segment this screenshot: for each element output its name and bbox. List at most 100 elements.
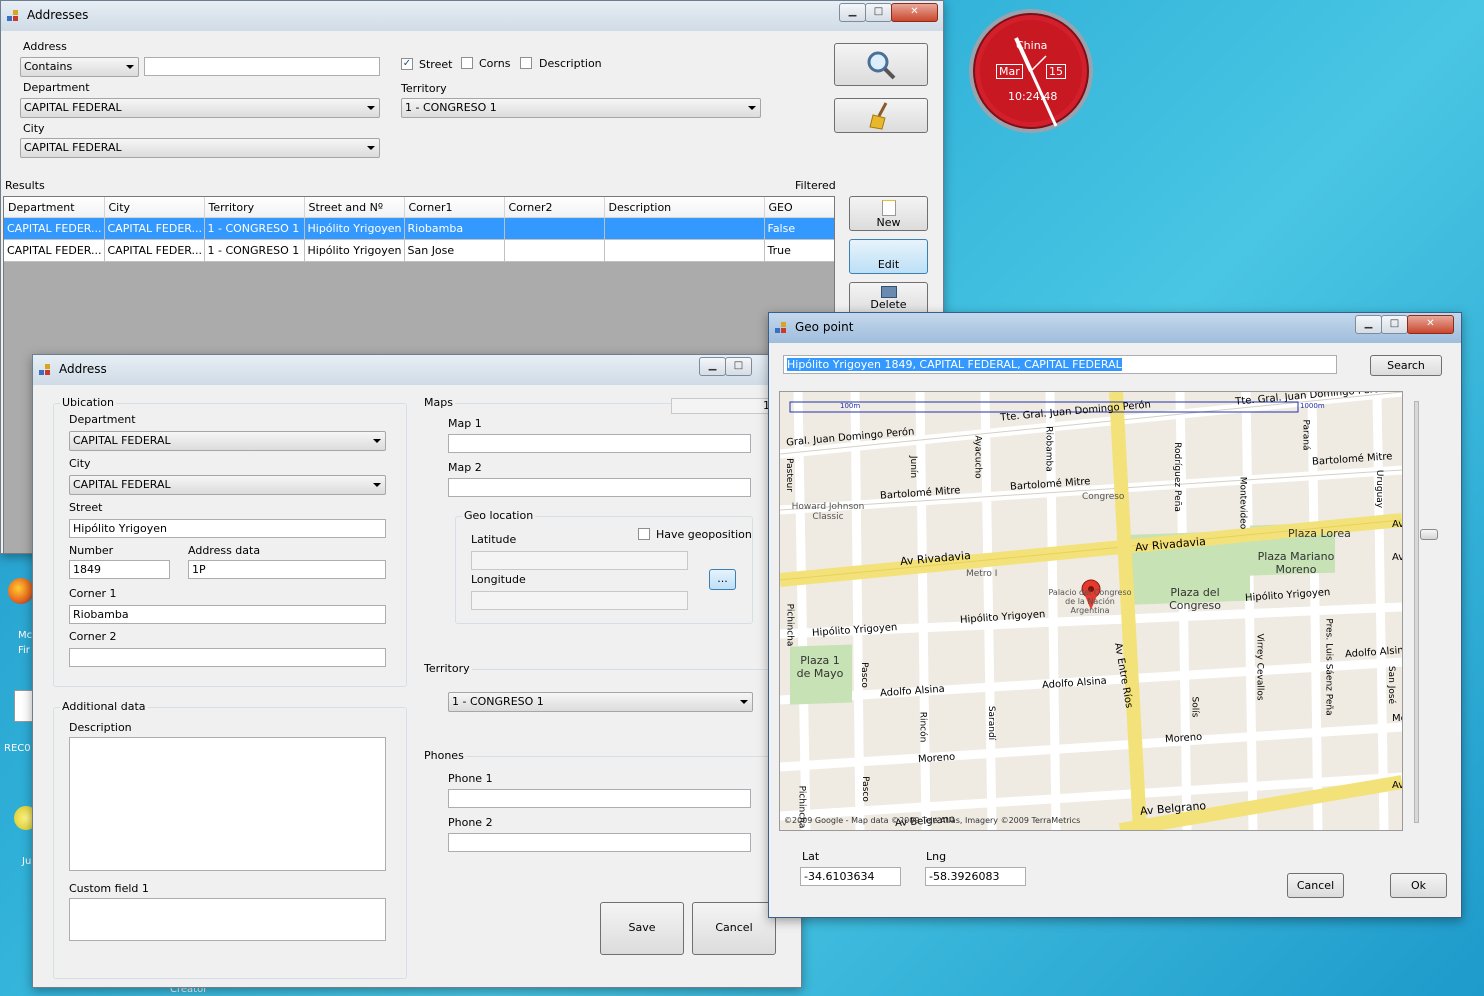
match-mode-select[interactable]: Contains — [20, 57, 139, 77]
city-select[interactable]: CAPITAL FEDERAL — [69, 475, 386, 495]
close-button[interactable]: ✕ — [1407, 315, 1454, 334]
chevron-down-icon — [367, 106, 375, 110]
table-cell — [504, 239, 605, 262]
edit-label: Edit — [877, 258, 900, 271]
lng-input[interactable]: -58.3926083 — [925, 867, 1026, 886]
department-label: Department — [69, 413, 136, 426]
city-label: City — [23, 122, 45, 135]
new-button[interactable]: New — [849, 196, 928, 231]
address-titlebar[interactable]: Address ▁ □ — [33, 355, 801, 385]
lng-label: Lng — [926, 850, 947, 863]
lat-input[interactable]: -34.6103634 — [800, 867, 901, 886]
description-checkbox[interactable] — [520, 57, 532, 69]
table-cell: 1 - CONGRESO 1 — [204, 217, 305, 240]
corner2-input[interactable] — [69, 648, 386, 667]
territory-select[interactable]: 1 - CONGRESO 1 — [401, 98, 761, 118]
results-label: Results — [5, 179, 45, 192]
zoom-slider-track[interactable] — [1414, 401, 1419, 823]
table-cell: CAPITAL FEDER... — [4, 239, 105, 262]
cancel-button[interactable]: Cancel — [692, 902, 776, 955]
have-geoposition-checkbox[interactable] — [638, 528, 650, 540]
geo-picker-button[interactable]: ... — [709, 569, 736, 590]
phones-label: Phones — [422, 749, 466, 762]
addresses-titlebar[interactable]: Addresses ▁ □ ✕ — [1, 1, 943, 31]
cancel-button[interactable]: Cancel — [1287, 873, 1344, 898]
street-label: Rincón — [917, 711, 928, 743]
app-icon — [39, 364, 51, 376]
longitude-label: Longitude — [471, 573, 526, 586]
department-value: CAPITAL FEDERAL — [24, 101, 122, 114]
table-row[interactable]: CAPITAL FEDER... CAPITAL FEDER... 1 - CO… — [4, 217, 834, 240]
column-header[interactable]: Corner2 — [504, 197, 605, 218]
corns-checkbox[interactable] — [461, 57, 473, 69]
column-header[interactable]: Street and Nº — [304, 197, 405, 218]
column-header[interactable]: City — [104, 197, 205, 218]
ubication-label: Ubication — [60, 396, 116, 409]
clear-button[interactable] — [834, 98, 928, 133]
territory-value: 1 - CONGRESO 1 — [405, 101, 497, 114]
minimize-button[interactable]: ▁ — [699, 357, 726, 376]
search-button[interactable] — [834, 43, 928, 86]
number-label: Number — [69, 544, 114, 557]
desktop-icon-label: Mc — [18, 630, 33, 641]
department-select[interactable]: CAPITAL FEDERAL — [69, 431, 386, 451]
street-label: Riobamba — [1043, 426, 1054, 472]
territory-value: 1 - CONGRESO 1 — [452, 695, 544, 708]
clock-day: 15 — [1046, 64, 1066, 79]
description-textarea[interactable] — [69, 737, 386, 871]
table-cell: Riobamba — [404, 217, 505, 240]
maximize-button[interactable]: □ — [725, 357, 752, 376]
table-row[interactable]: CAPITAL FEDER... CAPITAL FEDER... 1 - CO… — [4, 239, 834, 262]
corner1-input[interactable]: Riobamba — [69, 605, 386, 624]
search-input[interactable] — [144, 57, 380, 76]
place-label: Howard Johnson Classic — [791, 502, 865, 522]
geo-search-button[interactable]: Search — [1370, 355, 1442, 376]
table-cell: CAPITAL FEDER... — [104, 239, 205, 262]
delete-label: Delete — [870, 298, 907, 311]
column-header[interactable]: Territory — [204, 197, 305, 218]
street-label: Mo — [1392, 713, 1402, 724]
ok-button[interactable]: Ok — [1390, 873, 1447, 898]
territory-select[interactable]: 1 - CONGRESO 1 — [448, 692, 753, 712]
street-checkbox[interactable]: ✓ — [401, 58, 413, 70]
place-label: Plaza Lorea — [1288, 527, 1351, 540]
address-data-input[interactable]: 1P — [188, 560, 386, 579]
map2-input[interactable] — [448, 478, 751, 497]
phone2-input[interactable] — [448, 833, 751, 852]
department-select[interactable]: CAPITAL FEDERAL — [20, 98, 380, 118]
geopoint-titlebar[interactable]: Geo point ▁ □ ✕ — [769, 313, 1461, 343]
street-label: Solís — [1189, 696, 1200, 718]
number-input[interactable]: 1849 — [69, 560, 170, 579]
latitude-input — [471, 551, 688, 570]
save-button[interactable]: Save — [600, 902, 684, 955]
table-cell — [504, 217, 605, 240]
street-input[interactable]: Hipólito Yrigoyen — [69, 519, 386, 538]
edit-button[interactable]: Edit — [849, 239, 928, 274]
street-checkbox-label: Street — [419, 58, 453, 71]
department-label: Department — [23, 81, 90, 94]
column-header[interactable]: GEO — [764, 197, 834, 218]
additional-label: Additional data — [60, 700, 148, 713]
column-header[interactable]: Description — [604, 197, 765, 218]
geo-search-input[interactable]: Hipólito Yrigoyen 1849, CAPITAL FEDERAL,… — [783, 355, 1337, 374]
custom-field-label: Custom field 1 — [69, 882, 149, 895]
place-label: Plaza Mariano Moreno — [1257, 550, 1335, 576]
phone1-input[interactable] — [448, 789, 751, 808]
maximize-button[interactable]: □ — [1381, 315, 1408, 334]
zoom-slider-thumb[interactable] — [1420, 529, 1438, 540]
city-select[interactable]: CAPITAL FEDERAL — [20, 138, 380, 158]
minimize-button[interactable]: ▁ — [839, 3, 866, 22]
street-label: Av — [1392, 780, 1403, 791]
column-header[interactable]: Department — [4, 197, 105, 218]
column-header[interactable]: Corner1 — [404, 197, 505, 218]
map-view[interactable]: 100m 1000m Tte. Gral. Juan Domingo Perón… — [779, 391, 1403, 831]
maximize-button[interactable]: □ — [865, 3, 892, 22]
custom-field-input[interactable] — [69, 898, 386, 941]
filtered-label: Filtered — [795, 179, 836, 192]
clock-gadget[interactable]: China Mar 15 10:24:48 — [968, 8, 1094, 134]
street-label: Junín — [908, 455, 919, 479]
map1-input[interactable] — [448, 434, 751, 453]
table-cell — [604, 239, 765, 262]
minimize-button[interactable]: ▁ — [1355, 315, 1382, 334]
close-button[interactable]: ✕ — [891, 3, 938, 22]
